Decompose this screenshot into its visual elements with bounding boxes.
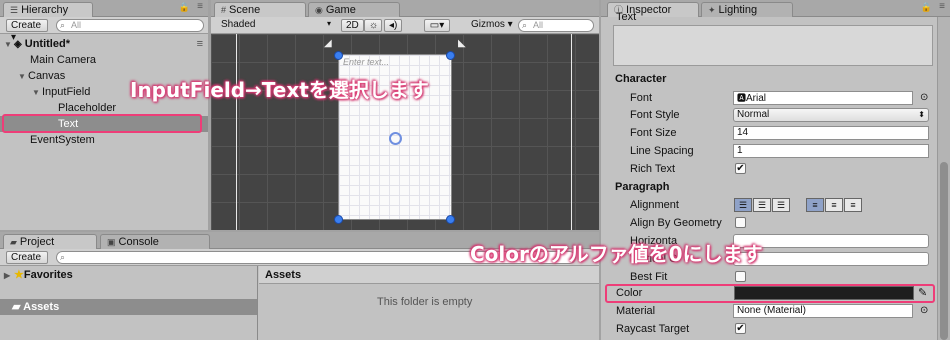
list-icon: ☰ [10,5,19,15]
gamepad-icon: ◉ [315,5,323,15]
font-size-input[interactable]: 14 [733,126,929,140]
align-geometry-checkbox[interactable] [735,217,746,228]
tree-item-label: Canvas [28,70,66,82]
tab-lighting-label: Lighting [718,4,758,16]
tree-item-label: Main Camera [30,54,97,66]
lock-icon[interactable]: 🔒 [921,2,932,13]
font-size-label: Font Size [630,127,677,139]
tree-item-main-camera[interactable]: Main Camera [0,52,208,68]
font-style-dropdown[interactable]: Normal ⬍ [733,108,929,122]
light-toggle-icon[interactable]: ☼ [364,19,382,32]
scene-tabbar: # Scene ◉ Game [211,0,599,17]
menu-icon[interactable]: ≡ [197,1,203,12]
align-left-button[interactable]: ☰ [734,198,752,212]
font-style-label: Font Style [630,109,680,121]
raycast-label: Raycast Target [616,323,690,335]
align-right-button[interactable]: ☰ [772,198,790,212]
callout-select-text: InputField→Textを選択します [130,78,429,102]
callout-set-alpha: Colorのアルファ値を0にします [470,242,763,266]
grid-icon: # [221,5,227,15]
material-label: Material [616,305,656,317]
best-fit-checkbox[interactable] [735,271,746,282]
align-geometry-label: Align By Geometry [630,217,722,229]
line-spacing-row: Line Spacing 1 [0,142,950,160]
resize-handle[interactable] [334,51,343,60]
tab-lighting[interactable]: ✦ Lighting [701,2,793,17]
rich-text-row: Rich Text ✔ [0,160,950,178]
scene-toolbar: Shaded ▾ 2D ☼ ◂) ▭▾ Gizmos ▾ ⌕ All [211,17,599,34]
expand-arrow-icon[interactable]: ▼ [4,37,14,53]
shading-dropdown[interactable]: Shaded [221,19,255,30]
raycast-row: Raycast Target ✔ [0,320,950,338]
dropdown-arrow-icon: ⬍ [918,110,925,119]
paragraph-section: Paragraph [615,181,670,193]
material-field[interactable]: None (Material) [733,304,913,318]
hierarchy-toolbar: Create ▾ ⌕ All [0,17,208,43]
text-content-area[interactable] [613,25,933,66]
line-spacing-input[interactable]: 1 [733,144,929,158]
align-geometry-row: Align By Geometry [0,214,950,232]
rich-text-checkbox[interactable]: ✔ [735,163,746,174]
text-field-label: Text [616,11,637,23]
align-bottom-button[interactable]: ≡ [844,198,862,212]
alignment-label: Alignment [630,199,679,211]
raycast-checkbox[interactable]: ✔ [735,323,746,334]
color-row-highlight [605,284,935,303]
search-icon: ⌕ [60,20,66,30]
lighting-icon: ✦ [708,5,716,15]
inputfield-placeholder: Enter text... [343,57,390,67]
resize-handle[interactable] [446,51,455,60]
gizmos-dropdown[interactable]: Gizmos ▾ [471,19,513,30]
scene-name: Untitled* [24,38,70,50]
tab-scene-label: Scene [229,4,261,16]
tab-hierarchy[interactable]: ☰ Hierarchy [3,2,93,17]
object-picker-icon[interactable]: ⊙ [920,89,928,107]
menu-icon[interactable]: ≡ [939,1,945,12]
2d-toggle[interactable]: 2D [341,19,364,32]
font-asset-icon: 🅰 [737,93,747,103]
expand-arrow-icon[interactable]: ▼ [18,69,28,85]
tab-scene[interactable]: # Scene [214,2,306,17]
scene-search-input[interactable]: ⌕ All [518,19,594,32]
hierarchy-tabbar: ☰ Hierarchy 🔒 ≡ [0,0,208,17]
character-section: Character [615,73,667,85]
font-style-value: Normal [737,109,770,120]
anchor-icon[interactable]: ◢ [324,38,332,49]
scene-row[interactable]: ▼ ◈ Untitled* ≡ [0,36,208,52]
font-label: Font [630,92,653,104]
line-spacing-label: Line Spacing [630,145,694,157]
lock-icon[interactable]: 🔒 [179,2,190,13]
inspector-tabbar: ⓘ Inspector ✦ Lighting 🔒 ≡ [601,0,950,17]
font-field[interactable]: 🅰Arial [733,91,913,105]
align-top-button[interactable]: ≡ [806,198,824,212]
anchor-icon[interactable]: ◣ [458,38,466,49]
font-value: Arial [746,93,767,104]
search-placeholder: All [71,20,82,30]
align-center-button[interactable]: ☰ [753,198,771,212]
alignment-row: Alignment ☰ ☰ ☰ ≡ ≡ ≡ [0,196,950,214]
search-input[interactable]: ⌕ All [56,19,204,32]
align-middle-button[interactable]: ≡ [825,198,843,212]
material-row: Material None (Material) ⊙ [0,302,950,320]
create-button[interactable]: Create ▾ [6,19,48,43]
object-picker-icon[interactable]: ⊙ [920,302,928,320]
audio-toggle-icon[interactable]: ◂) [384,19,402,32]
image-effects-icon[interactable]: ▭▾ [424,19,450,32]
text-item-highlight [2,114,202,133]
search-placeholder: All [533,20,544,30]
rich-text-label: Rich Text [630,163,676,175]
search-icon: ⌕ [522,20,528,30]
tab-hierarchy-label: Hierarchy [21,4,69,16]
tab-game[interactable]: ◉ Game [308,2,400,17]
menu-icon[interactable]: ≡ [197,36,203,52]
dropdown-arrow-icon: ▾ [327,19,332,28]
tab-game-label: Game [325,4,356,16]
unity-icon: ◈ [14,39,22,50]
